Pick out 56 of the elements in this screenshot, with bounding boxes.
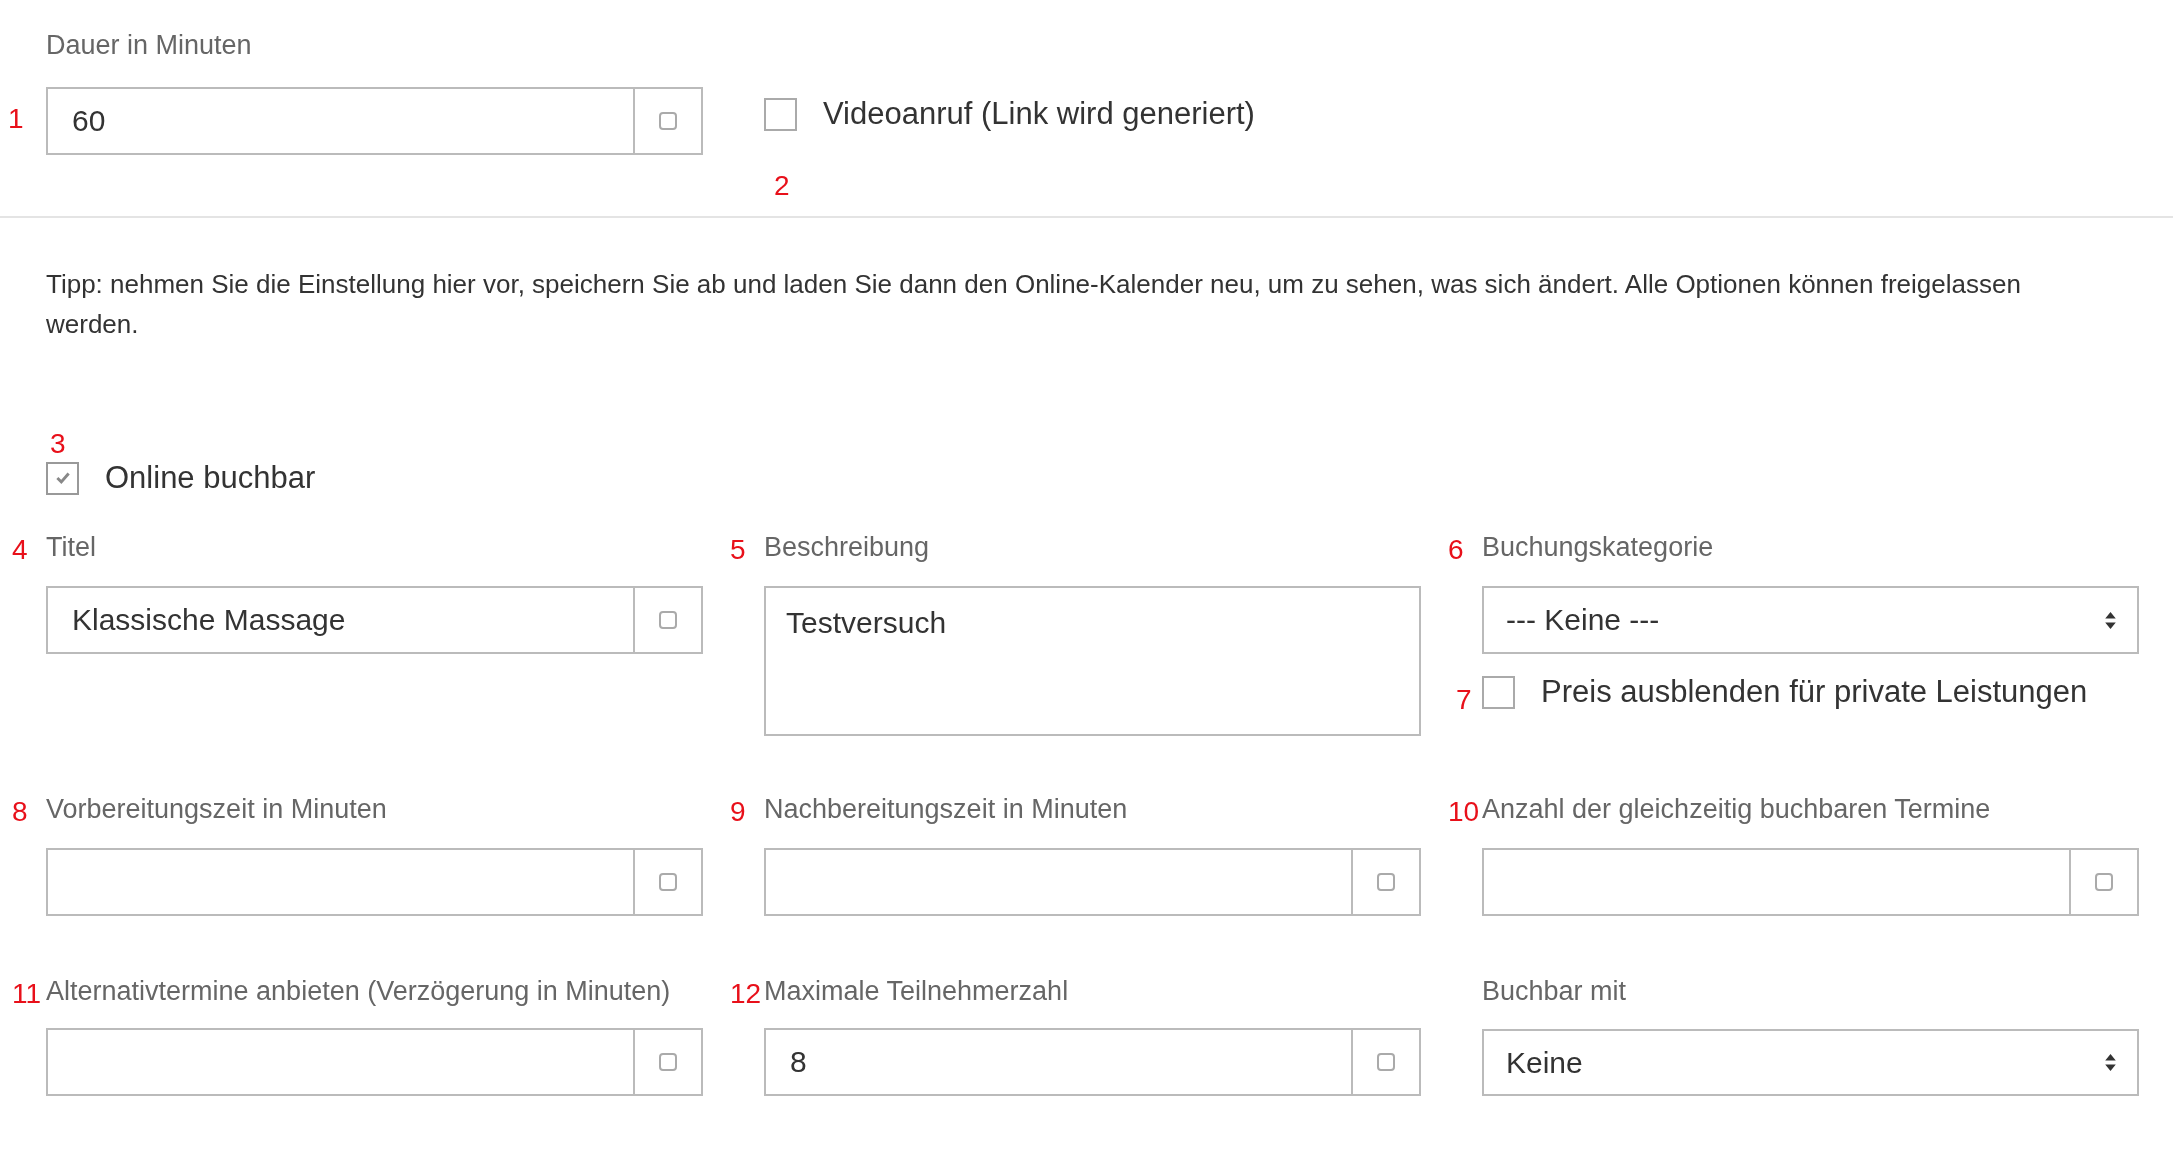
input-field[interactable]: Klassische Massage bbox=[46, 586, 635, 654]
field-label: Maximale Teilnehmerzahl bbox=[764, 976, 1069, 1006]
annotation-number: 5 bbox=[730, 534, 746, 566]
input-field[interactable] bbox=[1482, 848, 2071, 916]
square-icon bbox=[1377, 1053, 1395, 1071]
input-field[interactable] bbox=[46, 848, 635, 916]
annotation-number: 9 bbox=[730, 796, 746, 828]
annotation-number: 7 bbox=[1456, 684, 1472, 716]
input-field[interactable] bbox=[46, 1028, 635, 1096]
annotation-number: 1 bbox=[8, 103, 24, 135]
field-label: Vorbereitungszeit in Minuten bbox=[46, 794, 387, 824]
square-icon bbox=[2095, 873, 2113, 891]
field-value: Testversuch bbox=[786, 606, 947, 639]
square-icon bbox=[659, 1053, 677, 1071]
field-label: Dauer in Minuten bbox=[46, 30, 253, 61]
checkbox-label: Preis ausblenden für private Leistungen bbox=[1541, 674, 2088, 710]
annotation-number: 8 bbox=[12, 796, 28, 828]
field-label: Alternativtermine anbieten (Verzögerung in Minuten) bbox=[46, 976, 671, 1006]
annotation-number: 10 bbox=[1448, 796, 1480, 828]
sort-arrows-icon bbox=[2104, 1053, 2117, 1073]
field-label: Titel bbox=[46, 532, 96, 562]
annotation-number: 3 bbox=[50, 428, 67, 460]
input-field[interactable]: 8 bbox=[764, 1028, 1353, 1096]
select-field[interactable]: Keine bbox=[1482, 1029, 2139, 1096]
annotation-number: 12 bbox=[730, 978, 762, 1010]
checkbox-label: Online buchbar bbox=[105, 460, 316, 496]
sort-arrows-icon bbox=[2104, 610, 2117, 630]
tip-text: Tipp: nehmen Sie die Einstellung hier vor, speichern Sie ab und laden Sie dann den Online-Kalender neu, um zu sehen, was sich ändert. Alle Optionen können freigelassen werden. bbox=[46, 268, 2022, 341]
checkbox[interactable] bbox=[764, 97, 797, 131]
addon-button[interactable] bbox=[635, 1028, 703, 1096]
square-icon bbox=[659, 112, 677, 130]
annotation-number: 11 bbox=[12, 978, 42, 1010]
addon-button[interactable] bbox=[2071, 848, 2139, 916]
annotation-number: 4 bbox=[12, 534, 28, 566]
description-field[interactable]: Testversuch bbox=[764, 586, 1421, 736]
field-label: Beschreibung bbox=[764, 532, 930, 562]
addon-button[interactable] bbox=[635, 848, 703, 916]
addon-button[interactable] bbox=[635, 87, 703, 155]
square-icon bbox=[659, 611, 677, 629]
square-icon bbox=[1377, 873, 1395, 891]
field-label: Buchbar mit bbox=[1482, 976, 1627, 1006]
checkbox[interactable] bbox=[1482, 675, 1515, 709]
checkbox[interactable] bbox=[46, 461, 79, 495]
field-label: Buchungskategorie bbox=[1482, 532, 1714, 562]
square-icon bbox=[659, 873, 677, 891]
field-label: Nachbereitungszeit in Minuten bbox=[764, 794, 1128, 824]
annotation-number: 6 bbox=[1448, 534, 1464, 566]
addon-button[interactable] bbox=[1353, 1028, 1421, 1096]
addon-button[interactable] bbox=[1353, 848, 1421, 916]
annotation-number: 2 bbox=[774, 170, 790, 202]
checkbox-label: Videoanruf (Link wird generiert) bbox=[823, 96, 1255, 132]
select-field[interactable]: --- Keine --- bbox=[1482, 586, 2139, 654]
addon-button[interactable] bbox=[635, 586, 703, 654]
input-field[interactable] bbox=[764, 848, 1353, 916]
field-label: Anzahl der gleichzeitig buchbaren Termine bbox=[1482, 794, 1991, 824]
input-field[interactable]: 60 bbox=[46, 87, 635, 155]
